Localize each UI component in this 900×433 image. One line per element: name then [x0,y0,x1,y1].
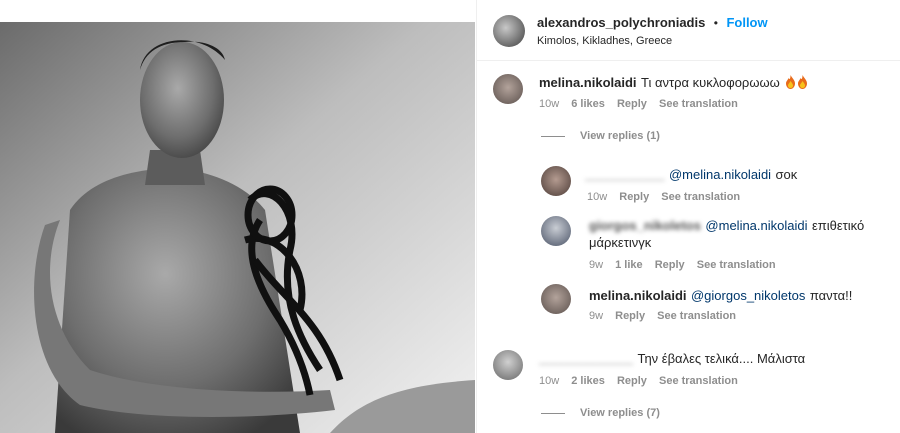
reply-mention[interactable]: @melina.nikolaidi [705,218,807,233]
comment-username-redacted[interactable]: _____________ [539,351,633,366]
comment-meta: 10w 2 likes Reply See translation [539,375,747,387]
reply-meta: 10w Reply See translation [587,191,749,203]
reply-button[interactable]: Reply [617,98,647,110]
fire-icon [798,75,808,89]
comment-text: Την έβαλες τελικά.... Μάλιστα [637,351,806,366]
post-header: alexandros_polychroniadis • Follow Kimol… [477,0,900,61]
reply-text: παντα!! [809,288,853,303]
separator-dot: • [713,16,718,30]
comment-meta: 10w 6 likes Reply See translation [539,98,747,110]
follow-button[interactable]: Follow [726,15,767,30]
comment-age[interactable]: 10w [539,375,559,387]
post-photo[interactable] [0,0,475,433]
comment-likes[interactable]: 2 likes [571,375,605,387]
replies-divider [541,136,565,137]
comment-avatar[interactable] [493,74,523,104]
reply-meta: 9w Reply See translation [589,310,745,322]
reply-text-line1: επιθετικό [811,218,865,233]
reply-avatar[interactable] [541,216,571,246]
replies-divider [541,413,565,414]
comment-username[interactable]: melina.nikolaidi [539,75,637,90]
reply-username-redacted[interactable]: ___________ [585,167,665,182]
fire-icon [786,75,796,89]
reply-username[interactable]: melina.nikolaidi [589,288,687,303]
view-replies-button[interactable]: View replies (7) [580,407,660,419]
see-translation-button[interactable]: See translation [659,98,738,110]
reply-age[interactable]: 10w [587,191,607,203]
reply-button[interactable]: Reply [617,375,647,387]
reply-likes[interactable]: 1 like [615,259,643,271]
comment-age[interactable]: 10w [539,98,559,110]
author-avatar[interactable] [493,15,525,47]
reply-mention[interactable]: @giorgos_nikoletos [691,288,805,303]
see-translation-button[interactable]: See translation [659,375,738,387]
comment-likes[interactable]: 6 likes [571,98,605,110]
reply-meta: 9w 1 like Reply See translation [589,259,785,271]
view-replies-button[interactable]: View replies (1) [580,130,660,142]
reply-button[interactable]: Reply [655,259,685,271]
reply-age[interactable]: 9w [589,259,603,271]
comments-panel: alexandros_polychroniadis • Follow Kimol… [476,0,900,433]
see-translation-button[interactable]: See translation [697,259,776,271]
reply-mention[interactable]: @melina.nikolaidi [669,167,771,182]
reply-age[interactable]: 9w [589,310,603,322]
comment-text: Τι αντρα κυκλοφορωωω [640,75,780,90]
reply-avatar[interactable] [541,166,571,196]
reply-username-redacted[interactable]: giorgos_nikoletos [589,218,701,233]
post-location[interactable]: Kimolos, Kikladhes, Greece [537,35,672,47]
see-translation-button[interactable]: See translation [661,191,740,203]
post-photo-image [0,0,475,433]
author-username[interactable]: alexandros_polychroniadis [537,15,705,30]
reply-button[interactable]: Reply [615,310,645,322]
reply-avatar[interactable] [541,284,571,314]
reply-text-line2: μάρκετινγκ [589,235,652,250]
comment-avatar[interactable] [493,350,523,380]
reply-text: σοκ [775,167,798,182]
see-translation-button[interactable]: See translation [657,310,736,322]
reply-button[interactable]: Reply [619,191,649,203]
